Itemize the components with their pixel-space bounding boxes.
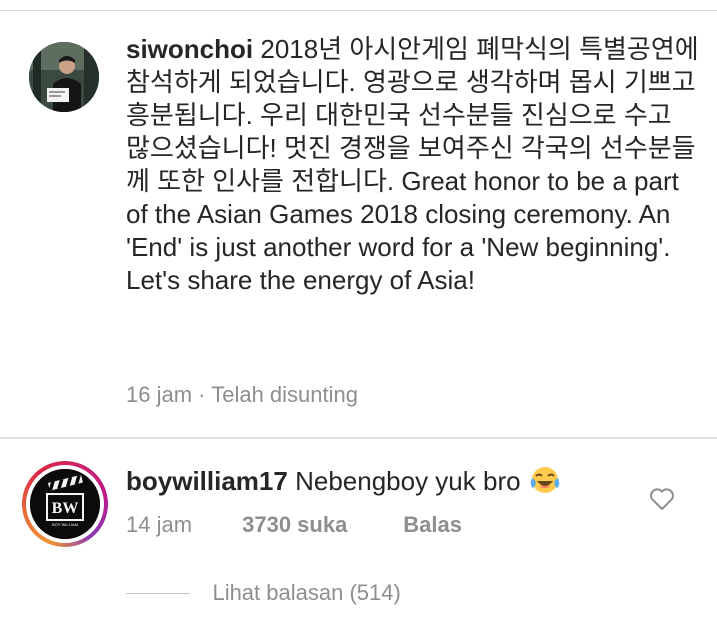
- comment-meta: 14 jam 3730 suka Balas: [126, 512, 462, 538]
- caption-body: 2018년 아시안게임 폐막식의 특별공연에 참석하게 되었습니다. 영광으로 …: [126, 34, 699, 295]
- replies-line: [126, 592, 190, 594]
- likes-count-link[interactable]: 3730 suka: [242, 512, 397, 538]
- bw-logo: BW BOY WILLIAM: [30, 469, 100, 539]
- comment-item: BW BOY WILLIAM boywilliam17 Nebengboy yu…: [0, 439, 717, 619]
- story-ring[interactable]: BW BOY WILLIAM: [22, 461, 108, 547]
- comment-username[interactable]: boywilliam17: [126, 466, 288, 496]
- face-with-tears-of-joy-icon: [530, 467, 560, 493]
- caption-meta: 16 jam · Telah disunting: [126, 382, 358, 408]
- bw-logo-subtitle: BOY WILLIAM: [52, 522, 78, 527]
- comment-avatar[interactable]: BW BOY WILLIAM: [30, 469, 100, 539]
- story-ring-gap: BW BOY WILLIAM: [26, 465, 104, 543]
- caption-avatar[interactable]: [29, 42, 99, 112]
- edited-label: Telah disunting: [211, 382, 358, 407]
- comment-text: boywilliam17 Nebengboy yuk bro: [126, 465, 560, 498]
- reply-button[interactable]: Balas: [403, 512, 462, 538]
- post-caption: siwonchoi 2018년 아시안게임 폐막식의 특별공연에 참석하게 되었…: [0, 0, 717, 437]
- caption-text: siwonchoi 2018년 아시안게임 폐막식의 특별공연에 참석하게 되었…: [126, 33, 701, 297]
- profile-photo: [29, 42, 99, 112]
- bw-logo-letters: BW: [52, 500, 79, 517]
- view-replies[interactable]: Lihat balasan (514): [126, 580, 401, 610]
- heart-icon[interactable]: [649, 487, 675, 511]
- view-replies-button[interactable]: Lihat balasan (514): [212, 580, 400, 606]
- comment-time: 14 jam: [126, 512, 193, 537]
- comment-body: Nebengboy yuk bro: [295, 466, 521, 496]
- meta-separator: ·: [198, 382, 206, 407]
- caption-username[interactable]: siwonchoi: [126, 34, 253, 64]
- caption-time: 16 jam: [126, 382, 193, 407]
